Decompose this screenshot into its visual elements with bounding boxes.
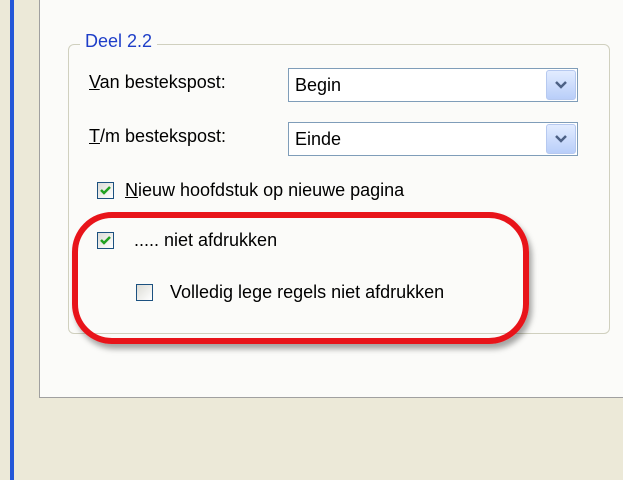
new-chapter-label-text: ieuw hoofdstuk op nieuwe pagina — [138, 180, 405, 200]
window-border-accent — [10, 0, 14, 480]
to-label-text: /m bestekspost: — [100, 126, 227, 146]
to-dropdown-button[interactable] — [546, 124, 576, 154]
from-label-access-key: V — [89, 72, 100, 92]
new-chapter-access-key: N — [125, 180, 138, 200]
group-box-title: Deel 2.2 — [80, 31, 158, 52]
from-dropdown-button[interactable] — [546, 70, 576, 100]
chevron-down-icon — [555, 135, 567, 143]
highlight-annotation — [72, 212, 529, 344]
to-field-label: T/m bestekspost: — [89, 126, 226, 147]
new-chapter-label[interactable]: Nieuw hoofdstuk op nieuwe pagina — [125, 180, 404, 201]
chevron-down-icon — [555, 81, 567, 89]
window-left-edge — [0, 0, 14, 480]
from-dropdown-value: Begin — [295, 75, 342, 95]
from-label-text: an bestekspost: — [99, 72, 226, 92]
new-chapter-checkbox[interactable] — [97, 182, 114, 199]
to-dropdown-value: Einde — [295, 129, 342, 149]
to-dropdown[interactable]: Einde — [288, 122, 578, 156]
checkmark-icon — [100, 186, 111, 195]
to-label-access-key: T — [89, 126, 100, 146]
from-field-label: Van bestekspost: — [89, 72, 226, 93]
from-dropdown[interactable]: Begin — [288, 68, 578, 102]
